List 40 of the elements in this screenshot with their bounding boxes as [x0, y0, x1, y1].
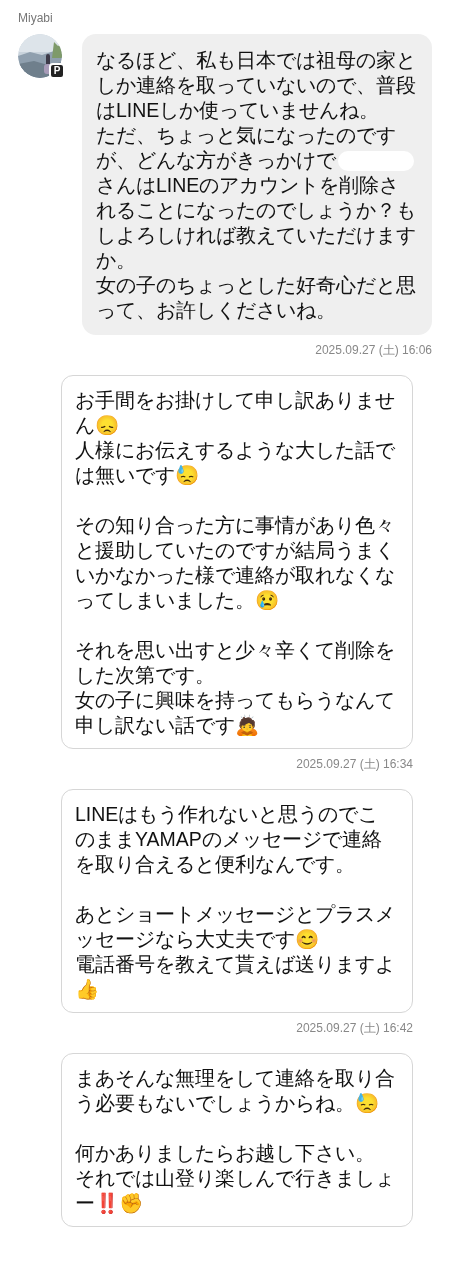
message-text: 何かありましたらお越し下さい。 — [75, 1141, 376, 1166]
message-text: 電話番号を教えて貰えば送りますよ — [75, 952, 396, 977]
message-text: って、お許しくださいね。 — [96, 298, 337, 323]
message-text: 申し訳ない話です🙇 — [75, 713, 260, 738]
message-text: それでは山登り楽しんで行きましょ — [75, 1166, 396, 1191]
message-text: あとショートメッセージとプラスメ — [75, 902, 396, 927]
message-text: が、どんな方がきっかけで — [96, 148, 336, 173]
message-text: それを思い出すと少々辛くて削除を — [75, 638, 396, 663]
message-text: 👍 — [75, 977, 100, 1002]
message-text: なるほど、私も日本では祖母の家と — [96, 48, 417, 73]
message-text: はLINEしか使っていませんね。 — [96, 98, 381, 123]
timestamp: 2025.09.27 (土) 16:42 — [296, 1020, 413, 1037]
message-text: いかなかった様で連絡が取れなくな — [75, 563, 396, 588]
message-text: のままYAMAPのメッセージで連絡 — [75, 827, 383, 852]
message-text: を取り合えると便利なんです。 — [75, 852, 356, 877]
message-text: ってしまいました。😢 — [75, 588, 280, 613]
sender-name: Miyabi — [18, 10, 54, 26]
message-text: ん😞 — [75, 413, 120, 438]
message-text: か。 — [96, 248, 137, 273]
message-text: した次第です。 — [75, 663, 216, 688]
message-text: お手間をお掛けして申し訳ありませ — [75, 388, 396, 413]
message-text: LINEはもう作れないと思うのでこ — [75, 802, 380, 827]
message-text: れることになったのでしょうか？も — [96, 198, 417, 223]
message-text: しか連絡を取っていないので、普段 — [96, 73, 417, 98]
message-text: さんはLINEのアカウントを削除さ — [96, 173, 401, 198]
premium-badge: P — [49, 63, 65, 79]
message-text: ただ、ちょっと気になったのです — [96, 123, 397, 148]
message-text: と援助していたのですが結局うまく — [75, 538, 396, 563]
timestamp: 2025.09.27 (土) 16:34 — [296, 756, 413, 773]
message-text: は無いです😓 — [75, 463, 200, 488]
message-text: まあそんな無理をして連絡を取り合 — [75, 1066, 396, 1091]
message-text: 女の子のちょっとした好奇心だと思 — [96, 273, 417, 298]
message-text: う必要もないでしょうからね。😓 — [75, 1091, 380, 1116]
message-text: しよろしければ教えていただけます — [96, 223, 417, 248]
message-text: 女の子に興味を持ってもらうなんて — [75, 688, 396, 713]
message-text: ッセージなら大丈夫です😊 — [75, 927, 320, 952]
timestamp: 2025.09.27 (土) 16:06 — [315, 342, 432, 359]
message-text: その知り合った方に事情があり色々 — [75, 513, 396, 538]
message-text: ー‼✊ — [75, 1191, 144, 1216]
message-text: 人様にお伝えするような大した話で — [75, 438, 396, 463]
